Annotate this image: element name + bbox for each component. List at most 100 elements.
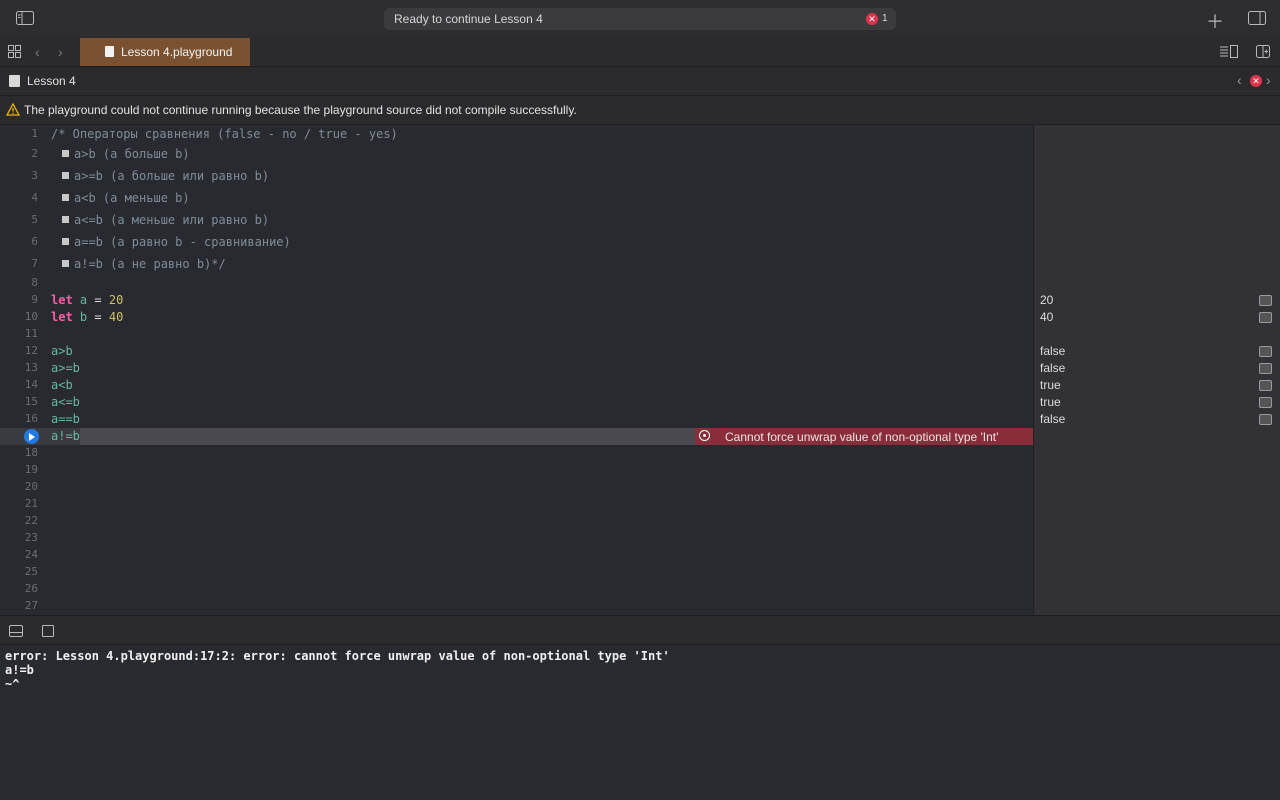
code-line[interactable]: 18 — [0, 445, 1033, 462]
tab-bar: ‹ › Lesson 4.playground — [0, 38, 1280, 67]
code-line[interactable]: 19 — [0, 462, 1033, 479]
line-number: 5 — [31, 213, 38, 226]
keyword: let — [51, 293, 73, 307]
operator: = — [87, 310, 109, 324]
comment-list-item: a<=b (a меньше или равно b) — [62, 213, 269, 227]
error-badge-icon[interactable]: ✕ — [866, 13, 878, 25]
quick-look-icon[interactable] — [1259, 363, 1272, 374]
code-line[interactable]: 8 — [0, 275, 1033, 292]
forward-arrow-icon[interactable]: › — [58, 44, 63, 60]
code-line[interactable]: 12 a>b — [0, 343, 1033, 360]
console-line: error: Lesson 4.playground:17:2: error: … — [5, 649, 670, 663]
code-line[interactable]: 14 a<b — [0, 377, 1033, 394]
expression: a>=b — [51, 361, 80, 375]
comment-text: /* Операторы сравнения (false - no / tru… — [51, 127, 398, 141]
code-line[interactable]: 25 — [0, 564, 1033, 581]
result-value: true — [1040, 378, 1061, 392]
result-value: 20 — [1040, 293, 1054, 307]
bullet-icon — [62, 260, 69, 267]
code-line[interactable]: 22 — [0, 513, 1033, 530]
code-line[interactable]: 27 — [0, 598, 1033, 615]
line-number: 9 — [31, 293, 38, 306]
comment-text: a<=b (a меньше или равно b) — [74, 213, 270, 227]
code-line[interactable]: 5 a<=b (a меньше или равно b) — [0, 212, 1033, 229]
quick-look-icon[interactable] — [1259, 312, 1272, 323]
comment-list-item: a!=b (a не равно b)*/ — [62, 257, 226, 271]
code-line[interactable]: 24 — [0, 547, 1033, 564]
line-number: 14 — [24, 378, 38, 391]
current-line-highlight — [80, 428, 695, 445]
line-number: 6 — [31, 235, 38, 248]
code-line[interactable]: 1 /* Операторы сравнения (false - no / t… — [0, 126, 1033, 143]
bullet-icon — [62, 172, 69, 179]
quick-look-icon[interactable] — [1259, 397, 1272, 408]
expression: a>b — [51, 344, 73, 358]
code-editor[interactable]: 1 /* Операторы сравнения (false - no / t… — [0, 125, 1033, 615]
back-arrow-icon[interactable]: ‹ — [35, 44, 40, 60]
line-number: 20 — [24, 480, 38, 493]
console-output[interactable]: error: Lesson 4.playground:17:2: error: … — [0, 645, 1280, 800]
code-line[interactable]: 15 a<=b — [0, 394, 1033, 411]
sidebar-toggle-icon[interactable] — [16, 11, 34, 28]
quick-look-icon[interactable] — [1259, 295, 1272, 306]
keyword: let — [51, 310, 73, 324]
code-line[interactable]: 20 — [0, 479, 1033, 496]
line-number: 26 — [24, 582, 38, 595]
code-line[interactable]: 9 let a = 20 — [0, 292, 1033, 309]
result-row: 20 — [1040, 292, 1276, 309]
next-issue-icon[interactable]: › — [1266, 72, 1271, 88]
code-line[interactable]: 7 a!=b (a не равно b)*/ — [0, 256, 1033, 273]
run-line-button[interactable] — [24, 429, 39, 444]
code-line[interactable]: 6 a==b (a равно b - сравнивание) — [0, 234, 1033, 251]
line-number: 11 — [24, 327, 38, 340]
code-line[interactable]: 4 a<b (a меньше b) — [0, 190, 1033, 207]
code-line[interactable]: 13 a>=b — [0, 360, 1033, 377]
bullet-icon — [62, 150, 69, 157]
inline-error-annotation[interactable]: Cannot force unwrap value of non-optiona… — [695, 428, 1033, 445]
code-line[interactable]: 23 — [0, 530, 1033, 547]
code-statement: let a = 20 — [51, 293, 123, 307]
quick-look-icon[interactable] — [1259, 346, 1272, 357]
result-value: 40 — [1040, 310, 1054, 324]
code-line[interactable]: 26 — [0, 581, 1033, 598]
breadcrumb[interactable]: Lesson 4 — [27, 74, 76, 88]
status-text: Ready to continue Lesson 4 — [394, 12, 543, 26]
split-editor-icon[interactable] — [1256, 45, 1270, 61]
code-line-current[interactable]: a!=b Cannot force unwrap value of non-op… — [0, 428, 1033, 445]
comment-list-item: a>b (a больше b) — [62, 147, 190, 161]
hide-debug-area-icon[interactable] — [9, 624, 23, 642]
comment-text: a>=b (a больше или равно b) — [74, 169, 270, 183]
tab-label: Lesson 4.playground — [121, 45, 233, 59]
console-line: a!=b — [5, 663, 34, 677]
quick-look-icon[interactable] — [1259, 414, 1272, 425]
code-line[interactable]: 2 a>b (a больше b) — [0, 146, 1033, 163]
grid-icon[interactable] — [8, 45, 21, 61]
line-number: 27 — [24, 599, 38, 612]
prev-issue-icon[interactable]: ‹ — [1237, 72, 1242, 88]
playground-file-icon — [9, 75, 20, 87]
code-statement: let b = 40 — [51, 310, 123, 324]
code-line[interactable]: 21 — [0, 496, 1033, 513]
plus-icon[interactable]: ＋ — [1206, 8, 1224, 34]
expression: a!=b — [51, 429, 80, 443]
issue-error-icon[interactable]: ✕ — [1250, 75, 1262, 87]
code-line[interactable]: 3 a>=b (a больше или равно b) — [0, 168, 1033, 185]
inspector-toggle-icon[interactable] — [1248, 11, 1266, 28]
code-line[interactable]: 10 let b = 40 — [0, 309, 1033, 326]
editor-options-icon[interactable] — [1220, 45, 1238, 61]
result-value: false — [1040, 344, 1066, 358]
jump-bar: Lesson 4 ‹ ✕ › — [0, 67, 1280, 96]
code-line[interactable]: 16 a==b — [0, 411, 1033, 428]
line-number: 25 — [24, 565, 38, 578]
number-literal: 20 — [108, 293, 124, 307]
quick-look-icon[interactable] — [1259, 380, 1272, 391]
code-line[interactable]: 11 — [0, 326, 1033, 343]
tab-lesson-4-playground[interactable]: Lesson 4.playground — [80, 38, 250, 66]
comment-text: a==b (a равно b - сравнивание) — [74, 235, 291, 249]
operator: = — [87, 293, 109, 307]
stop-icon[interactable] — [42, 624, 54, 642]
comment-list-item: a<b (a меньше b) — [62, 191, 190, 205]
line-number: 2 — [31, 147, 38, 160]
window-toolbar: Ready to continue Lesson 4 ✕ 1 ＋ — [0, 0, 1280, 39]
activity-status-bar[interactable]: Ready to continue Lesson 4 ✕ 1 — [384, 8, 896, 30]
